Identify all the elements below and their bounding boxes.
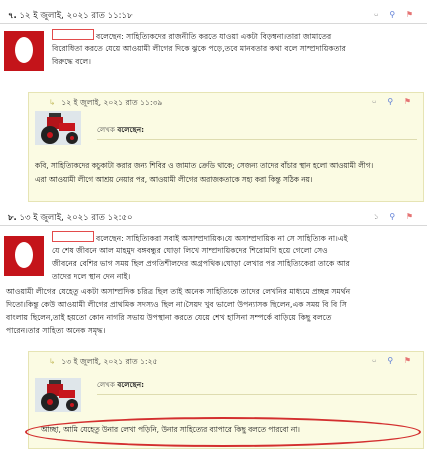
reply-count[interactable]: ০	[372, 97, 381, 106]
flag-icon[interactable]: ⚑	[406, 212, 417, 221]
comment-8: ৮. ১৩ ই জুলাই, ২০২১ রাত ১২:৫০ ১ ⚲ ⚑ বলেছ…	[0, 205, 427, 450]
comment-meta: ৭. ১২ ই জুলাই, ২০২১ রাত ১১:১৮	[8, 9, 133, 23]
comment-7: ৭. ১২ ই জুলাই, ২০২১ রাত ১১:১৮ ০ ⚲ ⚑ বলেছ…	[0, 0, 427, 205]
comment-line: তাদের দলে স্থান দেন নাই।	[52, 272, 131, 281]
reply-line: এরা আওয়ামী লীগে আশ্রয় নেয়ার পর, আওয়া…	[35, 175, 313, 184]
comment-line: যে শেষ জীবনে আল মাহমুদ বঙ্গবন্ধুর ঘোড়া …	[52, 246, 328, 255]
link-icon[interactable]: ⚲	[387, 356, 397, 365]
redacted-username	[52, 29, 94, 40]
link-icon[interactable]: ⚲	[389, 10, 399, 19]
reply-count[interactable]: ০	[372, 356, 381, 365]
reply-arrow-icon: ↳	[49, 98, 56, 107]
comment-actions: ১ ⚲ ⚑	[374, 211, 417, 224]
comment-number: ৭.	[8, 11, 17, 21]
reply-arrow-icon: ↳	[49, 357, 56, 366]
redacted-username	[52, 231, 94, 242]
divider	[0, 225, 427, 226]
author-reply: ↳ ১২ ই জুলাই, ২০২১ রাত ১১:৩৯ ০ ⚲ ⚑ লেখক ব…	[28, 92, 424, 202]
comment-meta: ৮. ১৩ ই জুলাই, ২০২১ রাত ১২:৫০	[8, 211, 133, 225]
reply-line: কবি, সাহিত্যিকদের কচুকাটা করার জন্য শিবি…	[35, 161, 374, 170]
avatar[interactable]	[4, 31, 44, 71]
reply-actions: ০ ⚲ ⚑	[372, 355, 415, 368]
flag-icon[interactable]: ⚑	[404, 97, 415, 106]
reply-divider	[97, 139, 417, 140]
reply-count[interactable]: ১	[374, 212, 383, 221]
comment-line: বিরুদ্ধে বলে।	[52, 57, 91, 66]
reply-divider	[97, 394, 417, 395]
flag-icon[interactable]: ⚑	[404, 356, 415, 365]
comment-date: ১২ ই জুলাই, ২০২১ রাত ১১:১৮	[19, 11, 133, 21]
link-icon[interactable]: ⚲	[387, 97, 397, 106]
comment-line: পারেন।তার সাহিত্য অনেক সমৃদ্ধ।	[6, 326, 106, 335]
reply-count[interactable]: ০	[374, 10, 383, 19]
reply-author: লেখক বলেছেন:	[97, 125, 144, 134]
tractor-avatar[interactable]	[35, 111, 81, 145]
comment-date: ১৩ ই জুলাই, ২০২১ রাত ১২:৫০	[19, 213, 133, 223]
flag-icon[interactable]: ⚑	[406, 10, 417, 19]
avatar[interactable]	[4, 236, 44, 276]
tractor-avatar[interactable]	[35, 378, 81, 412]
reply-meta: ↳ ১২ ই জুলাই, ২০২১ রাত ১১:৩৯	[49, 98, 163, 107]
comment-line: বাংলায় ছিলেন,তাই হয়তো কোন নাগরি সভায় …	[6, 313, 332, 322]
author-reply: ↳ ১৩ ই জুলাই, ২০২১ রাত ১:২৫ ০ ⚲ ⚑ লেখক বল…	[25, 351, 424, 449]
reply-author: লেখক বলেছেন:	[97, 380, 144, 389]
comment-line: বলেছেন: সাহিত্যিকরা সবাই অসাম্প্রদায়িক।…	[52, 231, 348, 245]
comment-actions: ০ ⚲ ⚑	[374, 9, 417, 22]
reply-line: আচ্ছা, আমি যেহেতু উনার লেখা পড়িনি, উনার…	[41, 425, 300, 434]
divider	[0, 23, 427, 24]
reply-actions: ০ ⚲ ⚑	[372, 96, 415, 109]
comment-line: জীবনের বেশির ভাগ সময় ছিল প্রগতিশীলদের অ…	[52, 259, 350, 268]
comment-line: দিতো।কিন্তু কেউ আওয়ামী লীগের প্রাথমিক স…	[6, 300, 347, 309]
reply-meta: ↳ ১৩ ই জুলাই, ২০২১ রাত ১:২৫	[49, 357, 158, 366]
link-icon[interactable]: ⚲	[389, 212, 399, 221]
comment-line: বিরোধিতা করতে যেয়ে আওয়ামী লীগের দিকে ঝ…	[52, 44, 346, 53]
comment-number: ৮.	[8, 213, 17, 223]
comment-line: আওয়ামী লীগের যেহেতু একটা অসাম্প্রদিক চর…	[6, 287, 351, 296]
comment-line: বলেছেন: সাহিত্যিকদের রাজনীতি করতে যাওয়া…	[52, 29, 331, 43]
